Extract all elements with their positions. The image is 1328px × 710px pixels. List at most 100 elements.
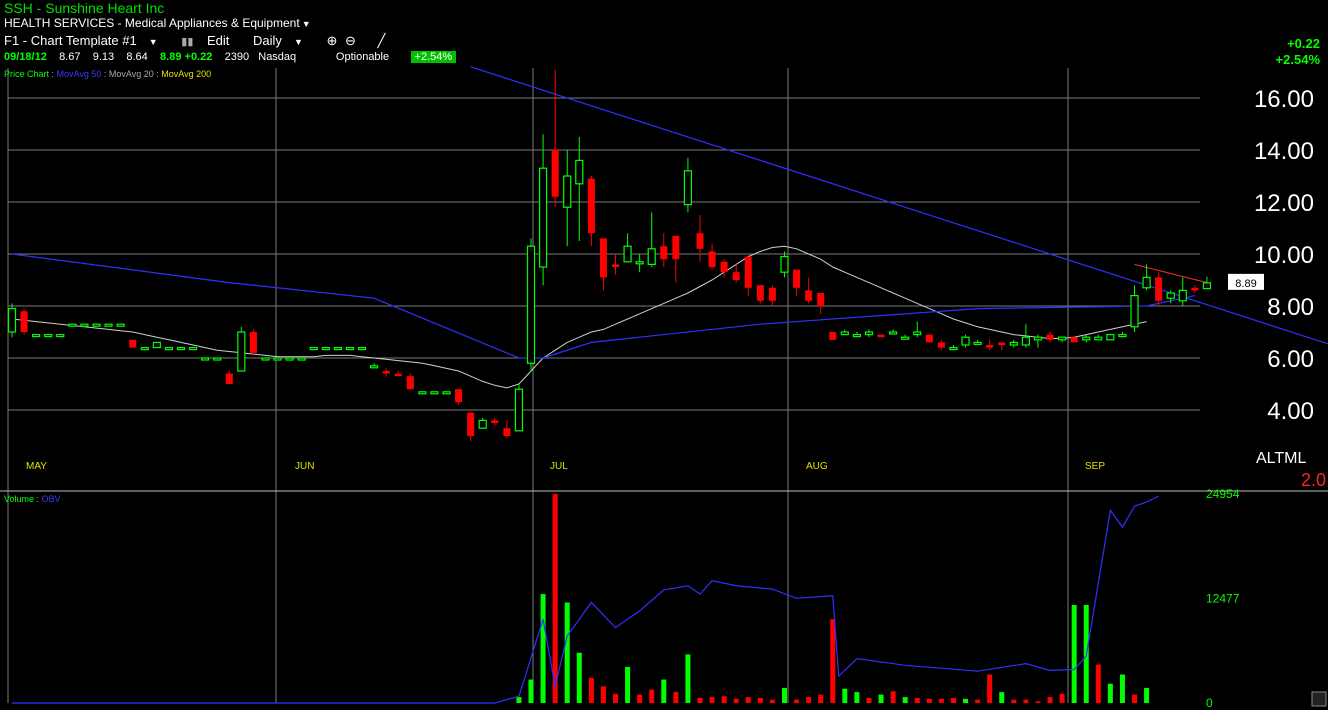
candle-body	[418, 391, 427, 395]
candle-body	[672, 235, 680, 260]
volume-bar	[975, 699, 981, 703]
candle-body	[333, 347, 342, 351]
candle-body	[986, 345, 994, 348]
candle-body	[1033, 336, 1043, 341]
last-price-label: 8.89	[1235, 278, 1256, 290]
candle-body	[937, 342, 945, 348]
month-label: MAY	[26, 461, 47, 472]
volume-bar	[963, 698, 969, 703]
volume-bar	[588, 677, 594, 703]
candle-body	[285, 357, 294, 361]
volume-bar	[1119, 674, 1125, 703]
price-volume-chart[interactable]: 16.00 14.00 12.00 10.00 8.00 6.00 4.00 8.89 2495…	[0, 0, 1328, 710]
volume-tick-label: 24954	[1206, 487, 1240, 501]
candle-body	[104, 323, 113, 327]
candle-body	[430, 391, 439, 395]
volume-bar	[613, 693, 618, 703]
candle-body	[793, 269, 801, 288]
volume-bar	[733, 698, 739, 703]
candle-body	[805, 290, 813, 301]
price-tick-label: 8.00	[1267, 294, 1314, 321]
candle-body	[442, 391, 451, 395]
candle-body	[491, 420, 499, 423]
candle-body	[188, 347, 198, 351]
candle-body	[164, 347, 174, 351]
candle-body	[1082, 336, 1091, 341]
candle-body	[1166, 292, 1175, 299]
price-tick-label: 14.00	[1254, 138, 1314, 165]
month-label: SEP	[1085, 461, 1105, 472]
candle-body	[20, 311, 28, 332]
price-tick-label: 6.00	[1267, 346, 1314, 373]
candle-body	[1155, 277, 1163, 301]
candle-body	[998, 342, 1006, 345]
candle-body	[599, 238, 607, 278]
candle-body	[756, 285, 764, 301]
volume-bar	[1132, 694, 1138, 703]
volume-bar	[757, 697, 763, 703]
volume-bar	[625, 666, 631, 703]
candle-body	[249, 332, 257, 353]
candle-body	[44, 334, 53, 338]
candle-body	[503, 428, 511, 436]
candle-body	[213, 357, 222, 361]
candle-body	[901, 336, 910, 340]
candle-body	[889, 331, 898, 335]
volume-bar	[806, 697, 812, 703]
volume-bar	[709, 697, 715, 703]
candle-body	[467, 412, 475, 436]
candle-body	[370, 365, 379, 369]
volume-bar	[830, 619, 836, 703]
volume-bar	[552, 494, 558, 703]
volume-bar	[540, 594, 546, 703]
candle-body	[635, 261, 644, 265]
volume-bar	[697, 697, 703, 703]
candle-body	[925, 334, 933, 343]
candle-body	[551, 150, 559, 197]
volume-bar	[902, 697, 908, 703]
candle-body	[852, 334, 862, 338]
candle-body	[32, 334, 41, 338]
scroll-handle	[1311, 691, 1327, 707]
month-label: JUL	[550, 461, 568, 472]
candle-body	[526, 245, 536, 364]
volume-bar	[1095, 664, 1101, 703]
candle-body	[1009, 341, 1018, 346]
volume-tick-label: 12477	[1206, 592, 1240, 606]
corner-label-bottom: 2.0	[1301, 470, 1326, 490]
volume-bar	[745, 697, 751, 703]
grid-lines	[0, 68, 1328, 703]
candle-body	[563, 175, 572, 208]
volume-bar	[661, 679, 667, 703]
volume-bar	[866, 697, 872, 703]
candle-body	[1202, 282, 1212, 290]
obv-series-line	[12, 495, 1159, 704]
volume-tick-label: 0	[1206, 696, 1213, 710]
volume-bar	[938, 698, 944, 703]
ma20-line	[11, 245, 1147, 389]
legend-obv: OBV	[42, 494, 61, 504]
candle-body	[345, 347, 355, 351]
volume-bar	[1047, 697, 1053, 703]
candle-body	[840, 331, 849, 336]
candle-body	[1130, 295, 1139, 328]
price-tick-label: 12.00	[1254, 190, 1314, 217]
candle-body	[683, 170, 693, 206]
volume-bar	[794, 699, 800, 703]
candle-body	[478, 419, 487, 429]
candle-body	[273, 357, 282, 361]
volume-bar	[1107, 683, 1113, 703]
moving-averages	[11, 66, 1328, 389]
candle-body	[68, 323, 77, 327]
volume-bar	[890, 691, 896, 703]
volume-bar	[1035, 701, 1041, 703]
volume-bar	[1144, 687, 1150, 703]
month-label: AUG	[806, 461, 828, 472]
candle-body	[575, 159, 584, 185]
price-tick-label: 10.00	[1254, 242, 1314, 269]
candle-body	[538, 167, 548, 268]
candles	[7, 69, 1212, 442]
candle-body	[949, 347, 958, 351]
candle-body	[720, 261, 728, 273]
candle-body	[1094, 336, 1103, 341]
